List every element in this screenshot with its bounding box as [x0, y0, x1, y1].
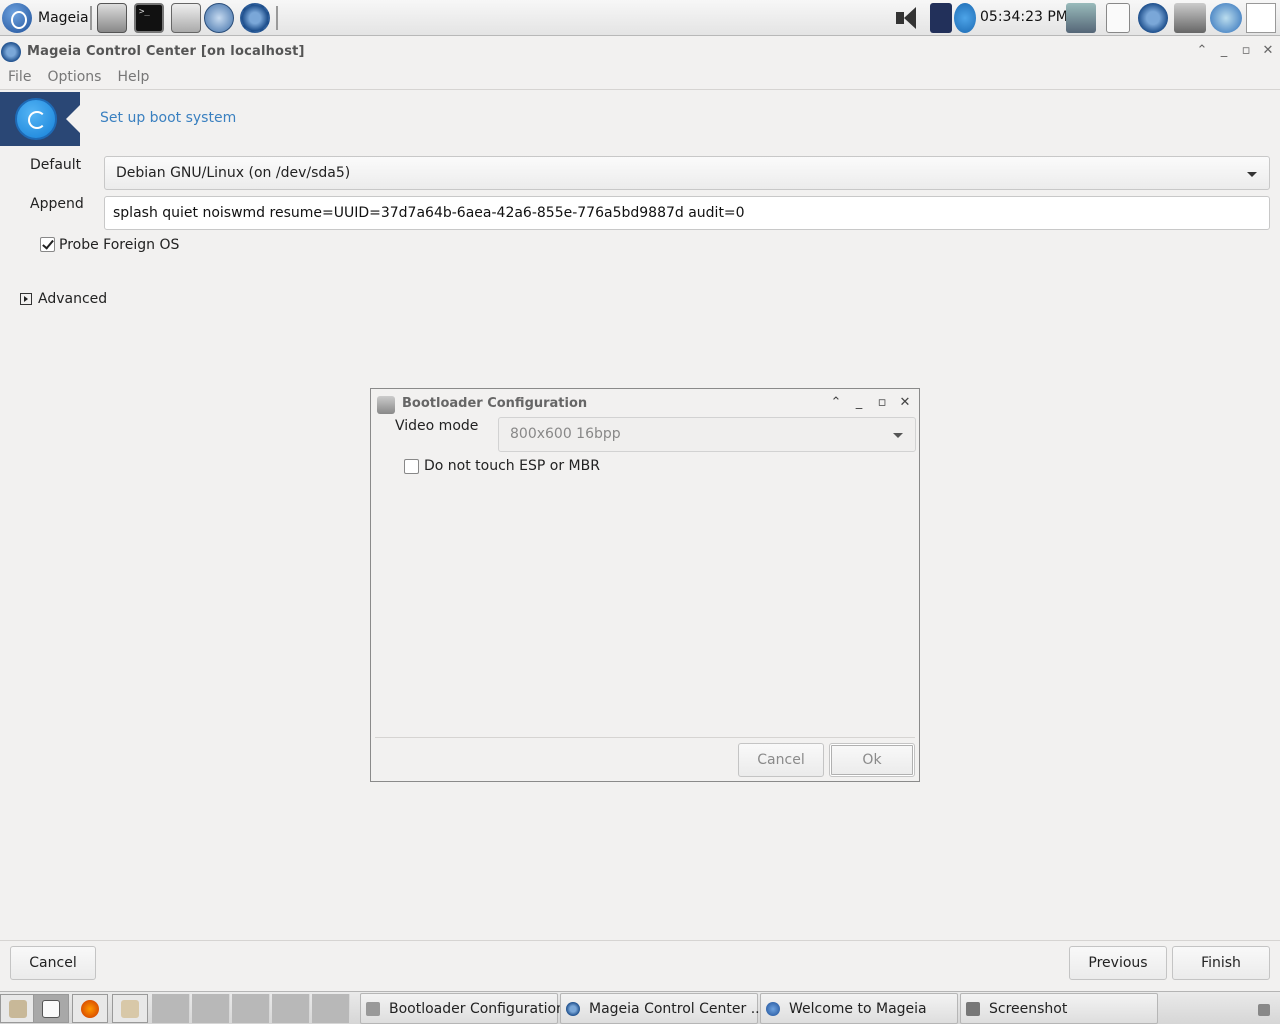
workspace-3[interactable]: [232, 994, 270, 1023]
video-mode-value: 800x600 16bpp: [510, 426, 621, 442]
task-mageia-control-center[interactable]: Mageia Control Center ...: [560, 993, 764, 1024]
window-list-button[interactable]: [33, 994, 69, 1023]
bootloader-icon: [366, 1002, 380, 1016]
workspace-5[interactable]: [312, 994, 350, 1023]
workspace-1[interactable]: [152, 994, 190, 1023]
boot-setup-icon: [15, 98, 57, 140]
mageia-logo-icon: [2, 3, 32, 33]
firefox-launcher[interactable]: [72, 994, 108, 1023]
chevron-down-icon: [1247, 172, 1257, 177]
workspace-4[interactable]: [272, 994, 310, 1023]
control-center-icon[interactable]: [240, 3, 270, 33]
cancel-button[interactable]: Cancel: [10, 946, 96, 980]
menu-help[interactable]: Help: [117, 66, 149, 89]
screenshot-icon: [966, 1002, 980, 1016]
web-browser-icon[interactable]: [204, 3, 234, 33]
bootloader-configuration-dialog: Bootloader Configuration ⌃ _ ▫ ✕ Video m…: [370, 388, 920, 782]
workspace-2[interactable]: [192, 994, 230, 1023]
close-dialog-icon[interactable]: ✕: [899, 395, 911, 410]
shade-dialog-icon[interactable]: ⌃: [830, 395, 842, 410]
esp-mbr-label[interactable]: Do not touch ESP or MBR: [424, 458, 600, 474]
advanced-expander-label[interactable]: Advanced: [38, 291, 107, 307]
volume-icon[interactable]: [894, 3, 924, 33]
minimize-dialog-icon[interactable]: _: [853, 395, 865, 410]
screenshot-icon[interactable]: [1174, 3, 1206, 33]
window-icon: [42, 1000, 60, 1018]
monitor-icon[interactable]: [1066, 3, 1096, 33]
maximize-dialog-icon[interactable]: ▫: [876, 395, 888, 410]
finish-button[interactable]: Finish: [1172, 946, 1270, 980]
show-desktop-button[interactable]: [0, 994, 36, 1023]
usb-device-icon[interactable]: [1106, 3, 1130, 33]
advanced-expander-icon[interactable]: [20, 293, 32, 305]
terminal-icon[interactable]: [134, 3, 164, 33]
dialog-cancel-button[interactable]: Cancel: [738, 743, 824, 777]
task-label: Bootloader Configuration: [389, 1001, 565, 1017]
task-bootloader-configuration[interactable]: Bootloader Configuration: [360, 993, 565, 1024]
probe-foreign-os-label[interactable]: Probe Foreign OS: [59, 237, 179, 253]
text-editor-icon[interactable]: [1246, 3, 1276, 33]
top-panel: Mageia 05:34:23 PM: [0, 0, 1280, 36]
taskbar: Bootloader Configuration Mageia Control …: [0, 991, 1280, 1024]
task-label: Mageia Control Center ...: [589, 1001, 765, 1017]
window-titlebar[interactable]: Mageia Control Center [on localhost] ⌃ _…: [0, 38, 1280, 66]
welcome-icon: [766, 1002, 780, 1016]
page-title: Set up boot system: [100, 110, 237, 126]
desktop-icon: [9, 1000, 27, 1018]
default-label: Default: [30, 157, 82, 173]
file-manager-icon[interactable]: [97, 3, 127, 33]
thunderbird-icon[interactable]: [1210, 3, 1242, 33]
append-field-wrap: [104, 196, 1270, 230]
task-label: Welcome to Mageia: [789, 1001, 927, 1017]
task-welcome-to-mageia[interactable]: Welcome to Mageia: [760, 993, 958, 1024]
bootloader-icon: [377, 396, 395, 414]
menubar: File Options Help: [0, 66, 1280, 90]
maximize-window-icon[interactable]: ▫: [1240, 43, 1252, 58]
page-header: Set up boot system: [0, 92, 1280, 146]
task-screenshot[interactable]: Screenshot: [960, 993, 1158, 1024]
files-launcher[interactable]: [112, 994, 148, 1023]
application-menu-label: Mageia: [38, 10, 89, 26]
esp-mbr-checkbox[interactable]: [404, 459, 419, 474]
panel-separator: [276, 6, 278, 30]
append-input[interactable]: [105, 197, 1269, 229]
notification-tray-icon[interactable]: [1258, 1004, 1270, 1016]
clock[interactable]: 05:34:23 PM: [980, 9, 1068, 25]
header-arrow: [66, 105, 80, 133]
dialog-ok-button[interactable]: Ok: [829, 743, 915, 777]
append-label: Append: [30, 196, 84, 212]
control-center-icon: [566, 1002, 580, 1016]
vpn-lock-icon[interactable]: [930, 3, 952, 33]
window-title: Mageia Control Center [on localhost]: [27, 44, 305, 59]
shade-window-icon[interactable]: ⌃: [1196, 43, 1208, 58]
dialog-title: Bootloader Configuration: [402, 396, 588, 411]
menu-options[interactable]: Options: [47, 66, 101, 89]
control-center-icon: [1, 42, 21, 62]
network-icon[interactable]: [954, 3, 976, 33]
video-mode-combo[interactable]: 800x600 16bpp: [498, 417, 916, 452]
panel-separator: [90, 6, 92, 30]
firefox-icon: [81, 1000, 99, 1018]
probe-foreign-os-checkbox[interactable]: [40, 237, 55, 252]
folder-icon: [121, 1000, 139, 1018]
dialog-separator: [375, 737, 915, 738]
menu-file[interactable]: File: [8, 66, 31, 89]
video-mode-label: Video mode: [395, 418, 479, 434]
task-label: Screenshot: [989, 1001, 1068, 1017]
application-menu-button[interactable]: Mageia: [2, 2, 89, 34]
update-applet-icon[interactable]: [1138, 3, 1168, 33]
chevron-down-icon: [893, 433, 903, 438]
close-window-icon[interactable]: ✕: [1262, 43, 1274, 58]
file-cabinet-icon[interactable]: [171, 3, 201, 33]
minimize-window-icon[interactable]: _: [1218, 43, 1230, 58]
default-os-combo[interactable]: Debian GNU/Linux (on /dev/sda5): [104, 156, 1270, 190]
previous-button[interactable]: Previous: [1069, 946, 1167, 980]
default-os-value: Debian GNU/Linux (on /dev/sda5): [116, 165, 351, 181]
footer-separator: [0, 940, 1280, 941]
